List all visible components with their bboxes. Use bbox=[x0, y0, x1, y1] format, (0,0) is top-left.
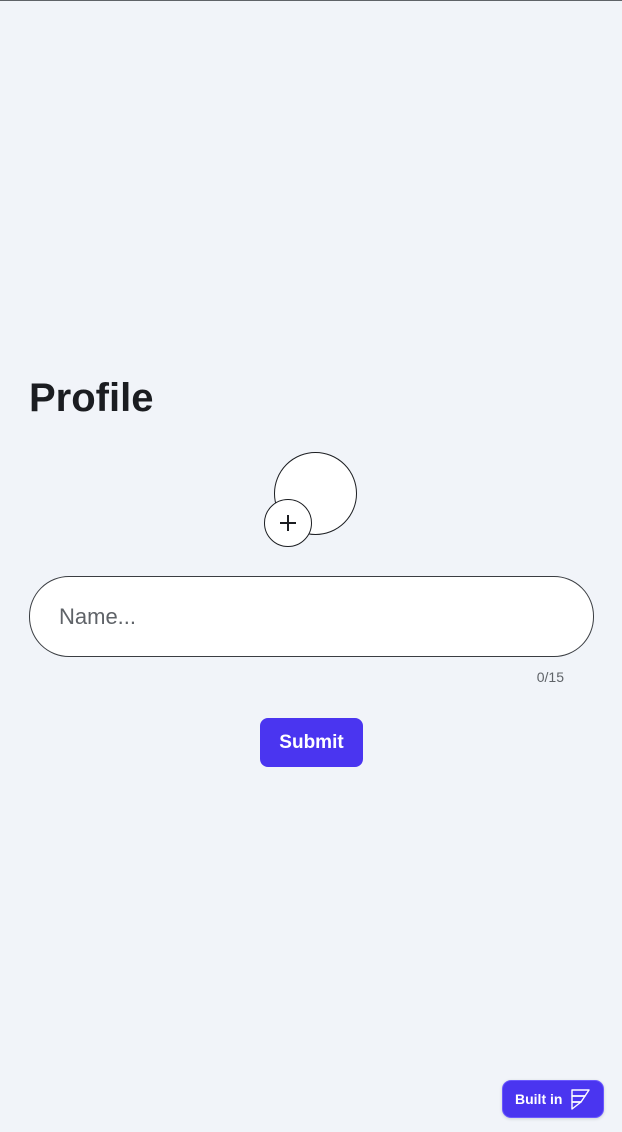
framer-style-logo-icon bbox=[571, 1089, 591, 1110]
name-input[interactable] bbox=[29, 576, 594, 657]
top-border bbox=[0, 0, 622, 1]
add-photo-button[interactable] bbox=[264, 499, 312, 547]
submit-button[interactable]: Submit bbox=[260, 718, 363, 767]
plus-icon bbox=[280, 515, 296, 531]
built-in-badge-label: Built in bbox=[515, 1091, 563, 1107]
character-counter: 0/15 bbox=[536, 669, 564, 685]
built-in-badge[interactable]: Built in bbox=[502, 1080, 604, 1118]
page-title: Profile bbox=[29, 376, 154, 420]
